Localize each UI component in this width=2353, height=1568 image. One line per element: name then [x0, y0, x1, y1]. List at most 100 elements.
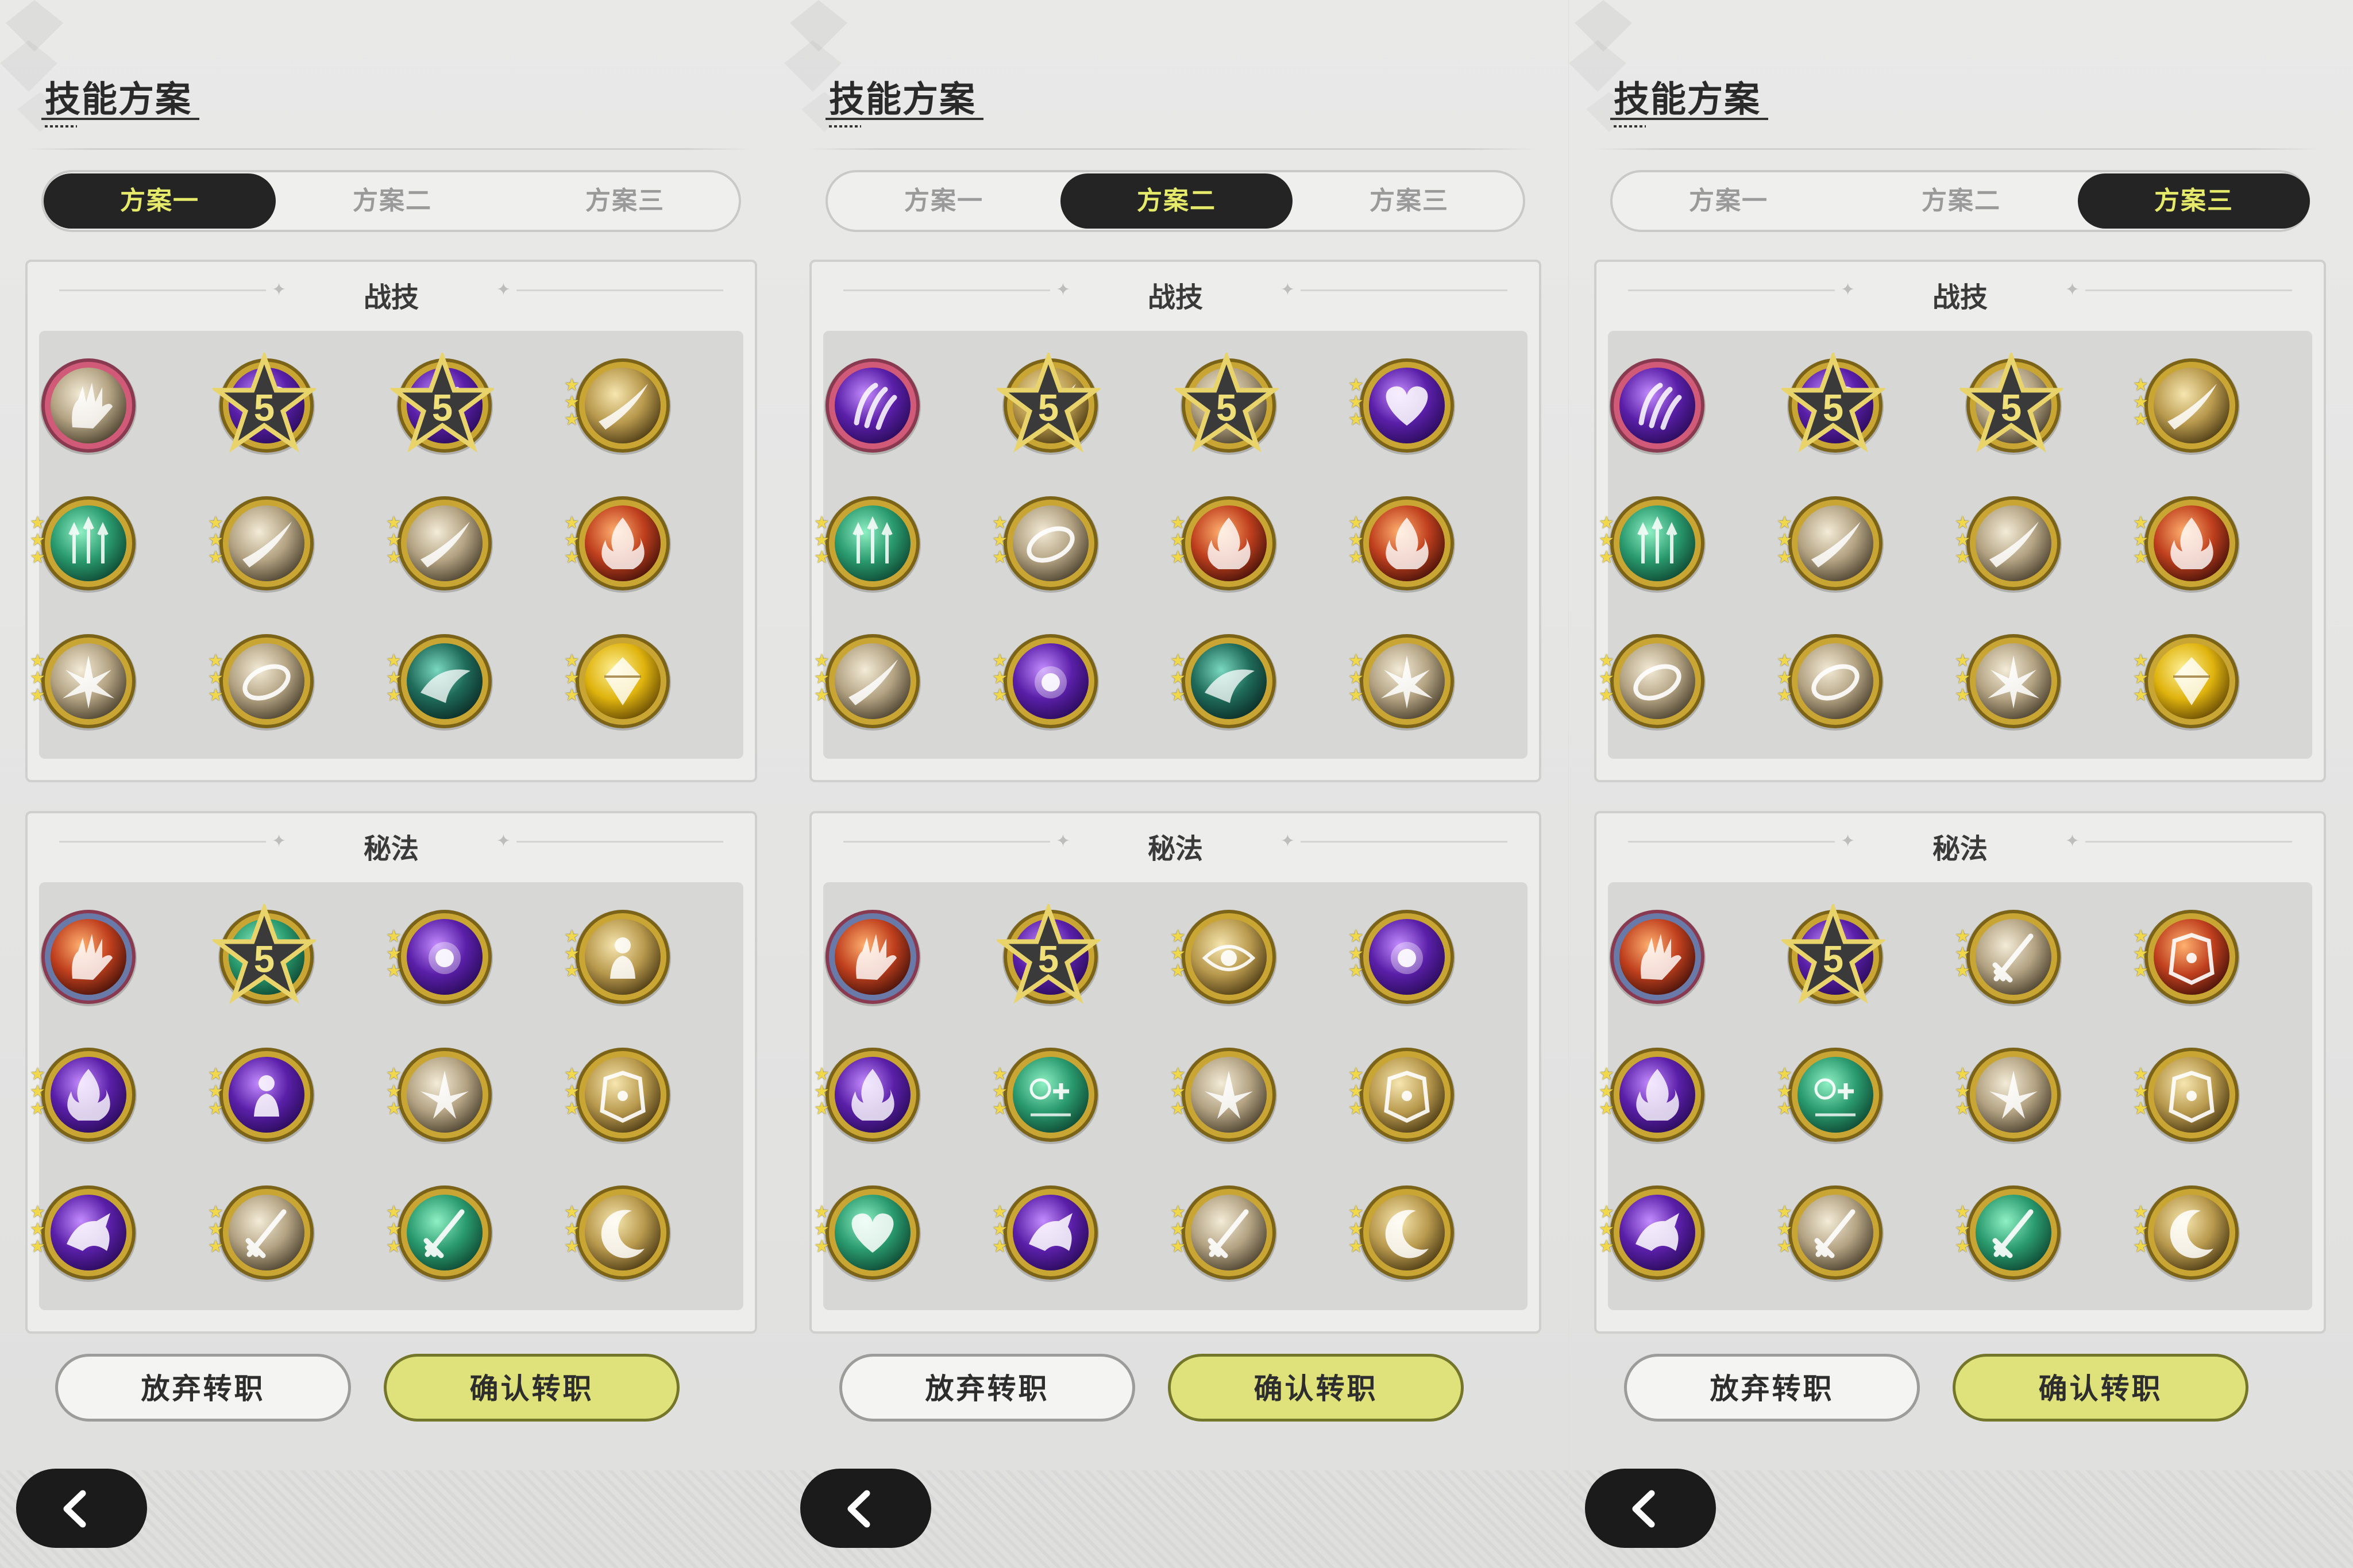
- skill-slot[interactable]: ★ ★ ★: [1348, 629, 1459, 733]
- skill-slot[interactable]: ★ ★ ★: [1170, 1181, 1280, 1284]
- skill-slot[interactable]: ★ ★ ★: [1348, 354, 1459, 457]
- skill-slot[interactable]: ★ ★ ★: [208, 629, 318, 733]
- skill-slot[interactable]: ★ ★ ★: [564, 1043, 674, 1146]
- skill-slot[interactable]: 5: [997, 904, 1102, 1009]
- skill-slot[interactable]: ★ ★ ★: [1599, 1043, 1709, 1146]
- skill-slot[interactable]: ★ ★ ★: [814, 629, 924, 733]
- skill-slot[interactable]: ★ ★ ★: [992, 492, 1102, 595]
- skill-slot[interactable]: ★ ★ ★: [1777, 492, 1887, 595]
- skill-slot[interactable]: ★ ★ ★: [2133, 492, 2243, 595]
- skill-slot[interactable]: 5: [997, 353, 1102, 457]
- skill-slot[interactable]: ★ ★ ★: [564, 492, 674, 595]
- skill-slot[interactable]: ★ ★ ★: [564, 629, 674, 733]
- skill-slot[interactable]: ★ ★ ★: [1599, 1181, 1709, 1284]
- skill-slot[interactable]: [821, 905, 924, 1009]
- skill-slot[interactable]: ★ ★ ★: [208, 1181, 318, 1284]
- skill-slot[interactable]: ★ ★ ★: [992, 1043, 1102, 1146]
- star-rank: ★ ★ ★: [1348, 1204, 1368, 1267]
- skill-slot[interactable]: ★ ★ ★: [1170, 629, 1280, 733]
- confirm-class-change-button[interactable]: 确认转职: [1953, 1354, 2248, 1422]
- confirm-class-change-button[interactable]: 确认转职: [384, 1354, 680, 1422]
- skill-slot[interactable]: ★ ★ ★: [814, 492, 924, 595]
- skill-slot[interactable]: ★ ★ ★: [30, 629, 140, 733]
- skill-slot[interactable]: ★ ★ ★: [1170, 492, 1280, 595]
- back-button[interactable]: [800, 1469, 931, 1548]
- skill-slot[interactable]: ★ ★ ★: [814, 1181, 924, 1284]
- skill-slot[interactable]: ★ ★ ★: [1348, 1043, 1459, 1146]
- divider: [516, 841, 723, 843]
- tab-plan-1[interactable]: 方案一: [44, 173, 276, 229]
- tab-plan-3[interactable]: 方案三: [2078, 173, 2310, 229]
- tab-plan-2[interactable]: 方案二: [1845, 173, 2077, 229]
- skill-slot[interactable]: ★ ★ ★: [30, 1181, 140, 1284]
- skill-slot[interactable]: [37, 905, 140, 1009]
- skill-slot[interactable]: ★ ★ ★: [386, 492, 496, 595]
- skill-slot[interactable]: 5: [1781, 904, 1887, 1009]
- skill-slot[interactable]: ★ ★ ★: [1348, 905, 1459, 1009]
- skill-slot[interactable]: ★ ★ ★: [2133, 1043, 2243, 1146]
- skill-slot[interactable]: 5: [1781, 353, 1887, 457]
- skill-slot[interactable]: ★ ★ ★: [1955, 1043, 2065, 1146]
- skill-slot[interactable]: 5: [391, 353, 496, 457]
- skill-slot[interactable]: ★ ★ ★: [208, 1043, 318, 1146]
- skill-slot[interactable]: ★ ★ ★: [1599, 629, 1709, 733]
- back-button[interactable]: [1585, 1469, 1716, 1548]
- star-icon: ★: [2133, 548, 2148, 567]
- confirm-class-change-button[interactable]: 确认转职: [1168, 1354, 1464, 1422]
- skill-slot[interactable]: ★ ★ ★: [1955, 1181, 2065, 1284]
- skill-grid: 5 ★ ★ ★ ★ ★ ★ ★ ★ ★ ★ ★ ★ ★ ★ ★ ★ ★ ★ ★ …: [1599, 882, 2312, 1310]
- abandon-class-change-button[interactable]: 放弃转职: [55, 1354, 351, 1422]
- skill-slot[interactable]: ★ ★ ★: [386, 1043, 496, 1146]
- skill-slot[interactable]: 5: [213, 904, 318, 1009]
- skill-slot[interactable]: ★ ★ ★: [386, 629, 496, 733]
- tab-plan-3[interactable]: 方案三: [509, 173, 741, 229]
- skill-slot[interactable]: ★ ★ ★: [1170, 1043, 1280, 1146]
- skill-slot[interactable]: ★ ★ ★: [1777, 1043, 1887, 1146]
- star-icon: ★: [564, 1203, 580, 1222]
- skill-slot[interactable]: ★ ★ ★: [1955, 492, 2065, 595]
- skill-slot[interactable]: ★ ★ ★: [1170, 905, 1280, 1009]
- skill-slot[interactable]: ★ ★ ★: [564, 1181, 674, 1284]
- skill-slot[interactable]: ★ ★ ★: [564, 354, 674, 457]
- skill-slot[interactable]: ★ ★ ★: [1348, 1181, 1459, 1284]
- skill-slot[interactable]: ★ ★ ★: [30, 492, 140, 595]
- star-rank: ★ ★ ★: [1170, 652, 1190, 716]
- skill-slot[interactable]: 5: [213, 353, 318, 457]
- tab-plan-3[interactable]: 方案三: [1293, 173, 1525, 229]
- tab-plan-1[interactable]: 方案一: [1613, 173, 1845, 229]
- skill-slot[interactable]: ★ ★ ★: [564, 905, 674, 1009]
- skill-slot[interactable]: ★ ★ ★: [386, 1181, 496, 1284]
- rank-five-badge-icon: 5: [997, 904, 1100, 1004]
- skill-slot[interactable]: [1606, 354, 1709, 457]
- skill-slot[interactable]: ★ ★ ★: [1599, 492, 1709, 595]
- abandon-class-change-button[interactable]: 放弃转职: [1624, 1354, 1920, 1422]
- skill-slot[interactable]: ★ ★ ★: [992, 629, 1102, 733]
- skill-slot[interactable]: ★ ★ ★: [1955, 905, 2065, 1009]
- skill-slot[interactable]: ★ ★ ★: [1348, 492, 1459, 595]
- skill-slot[interactable]: ★ ★ ★: [386, 905, 496, 1009]
- skill-slot[interactable]: ★ ★ ★: [992, 1181, 1102, 1284]
- back-button[interactable]: [16, 1469, 147, 1548]
- skill-slot[interactable]: ★ ★ ★: [208, 492, 318, 595]
- chevron-left-icon: [63, 1490, 86, 1528]
- tab-plan-2[interactable]: 方案二: [1060, 173, 1293, 229]
- skill-slot[interactable]: ★ ★ ★: [30, 1043, 140, 1146]
- skill-slot[interactable]: [1606, 905, 1709, 1009]
- skill-slot[interactable]: 5: [1959, 353, 2065, 457]
- tab-plan-2[interactable]: 方案二: [276, 173, 508, 229]
- skill-slot[interactable]: ★ ★ ★: [2133, 354, 2243, 457]
- skill-slot[interactable]: ★ ★ ★: [2133, 905, 2243, 1009]
- skill-slot[interactable]: ★ ★ ★: [2133, 629, 2243, 733]
- skill-slot[interactable]: ★ ★ ★: [2133, 1181, 2243, 1284]
- tab-plan-1[interactable]: 方案一: [828, 173, 1060, 229]
- skill-slot[interactable]: [37, 354, 140, 457]
- skill-slot[interactable]: ★ ★ ★: [1777, 1181, 1887, 1284]
- star-icon: ★: [1170, 669, 1186, 688]
- skill-slot[interactable]: 5: [1175, 353, 1280, 457]
- skill-slot[interactable]: ★ ★ ★: [1777, 629, 1887, 733]
- skill-slot[interactable]: [821, 354, 924, 457]
- star-rank: ★ ★ ★: [1599, 515, 1618, 578]
- skill-slot[interactable]: ★ ★ ★: [814, 1043, 924, 1146]
- skill-slot[interactable]: ★ ★ ★: [1955, 629, 2065, 733]
- abandon-class-change-button[interactable]: 放弃转职: [839, 1354, 1135, 1422]
